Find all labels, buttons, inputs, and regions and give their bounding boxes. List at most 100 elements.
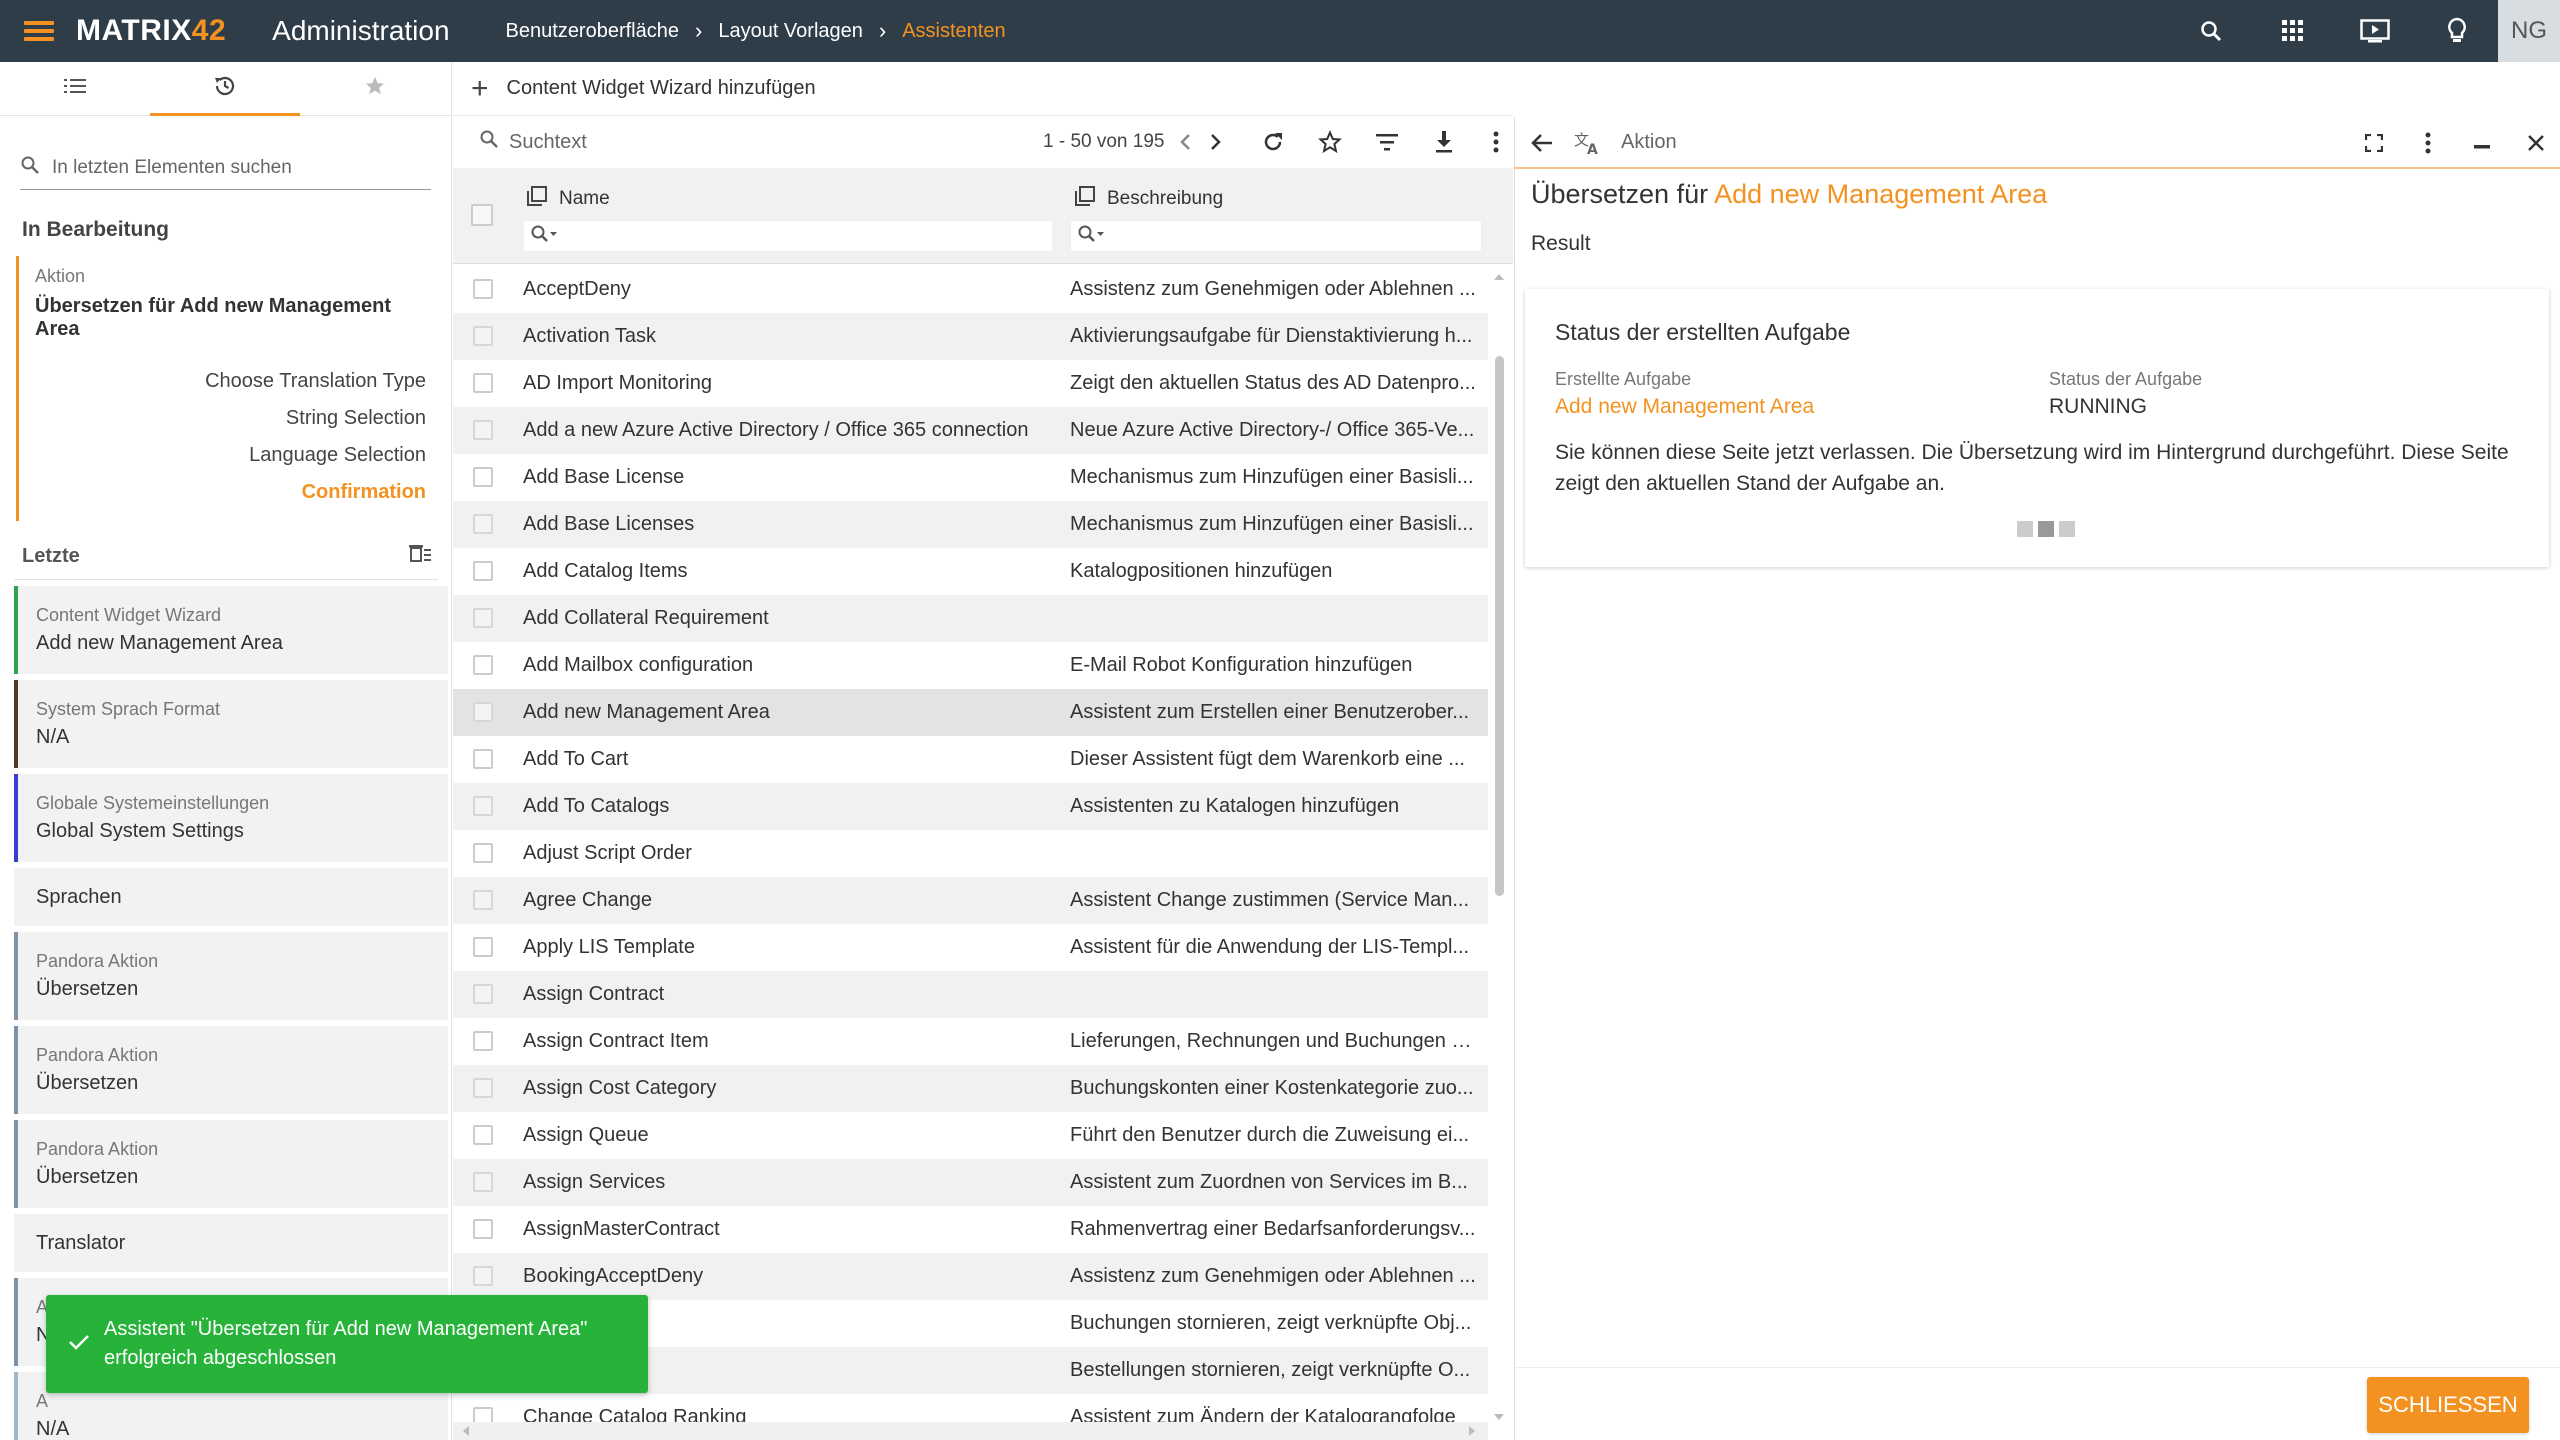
row-checkbox[interactable] [473, 655, 493, 675]
recent-search-input[interactable]: In letzten Elementen suchen [20, 146, 431, 190]
fullscreen-icon[interactable] [2351, 117, 2397, 169]
column-header-name[interactable]: Name [527, 186, 610, 212]
divider [14, 579, 438, 580]
column-header-description[interactable]: Beschreibung [1075, 186, 1223, 212]
editing-item[interactable]: Aktion Übersetzen für Add new Management… [16, 256, 436, 521]
table-row[interactable]: Add To Catalogs Assistenten zu Katalogen … [453, 783, 1488, 830]
tab-favorites[interactable] [300, 62, 450, 115]
breadcrumb-item-wizards[interactable]: Assistenten [902, 20, 1005, 43]
table-row[interactable]: Add To Cart Dieser Assistent fügt dem War… [453, 736, 1488, 783]
row-checkbox[interactable] [473, 749, 493, 769]
more-vertical-icon[interactable] [1476, 116, 1516, 168]
table-row[interactable]: Add a new Azure Active Directory / Offic… [453, 407, 1488, 454]
scrollbar-thumb[interactable] [1495, 356, 1504, 896]
step-confirmation[interactable]: Confirmation [35, 474, 426, 511]
table-row[interactable]: Assign Services Assistent zum Zuordnen vo… [453, 1159, 1488, 1206]
lightbulb-icon[interactable] [2416, 0, 2498, 62]
vertical-scrollbar[interactable] [1490, 268, 1508, 1428]
step-string-selection[interactable]: String Selection [35, 400, 426, 437]
step-language-selection[interactable]: Language Selection [35, 437, 426, 474]
download-icon[interactable] [1424, 116, 1464, 168]
column-name-label: Name [559, 188, 610, 209]
row-checkbox[interactable] [473, 843, 493, 863]
row-checkbox[interactable] [473, 1219, 493, 1239]
logo[interactable]: MATRIX42 [76, 14, 226, 48]
plus-icon[interactable]: + [471, 72, 489, 106]
row-checkbox[interactable] [473, 702, 493, 722]
recent-item[interactable]: Pandora Aktion Übersetzen [14, 1026, 448, 1114]
name-filter-input[interactable] [523, 220, 1053, 252]
refresh-icon[interactable] [1253, 116, 1293, 168]
row-checkbox[interactable] [473, 514, 493, 534]
select-all-checkbox[interactable] [471, 204, 493, 226]
table-row[interactable]: Add Mailbox configuration E-Mail Robot Ko… [453, 642, 1488, 689]
recent-item[interactable]: Pandora Aktion Übersetzen [14, 1120, 448, 1208]
table-row[interactable]: Assign Cost Category Buchungskonten einer… [453, 1065, 1488, 1112]
back-arrow-icon[interactable] [1519, 117, 1565, 169]
row-checkbox[interactable] [473, 1125, 493, 1145]
search-icon[interactable] [2170, 0, 2252, 62]
recent-item-title: Übersetzen [36, 978, 139, 1000]
table-row[interactable]: BookingAcceptDeny Assistenz zum Genehmige… [453, 1253, 1488, 1300]
table-row[interactable]: Add Base License Mechanismus zum Hinzufüg… [453, 454, 1488, 501]
tab-list[interactable] [0, 62, 150, 115]
grid-search-input[interactable]: Suchtext [509, 131, 587, 154]
table-row[interactable]: Assign Contract [453, 971, 1488, 1018]
row-checkbox[interactable] [473, 1078, 493, 1098]
row-checkbox[interactable] [473, 561, 493, 581]
star-outline-icon[interactable] [1310, 116, 1350, 168]
table-row[interactable]: AssignMasterContract Rahmenvertrag einer … [453, 1206, 1488, 1253]
table-row[interactable]: Add new Management Area Assistent zum Ers… [453, 689, 1488, 736]
breadcrumb-item-ui[interactable]: Benutzeroberfläche [506, 20, 679, 43]
row-checkbox[interactable] [473, 937, 493, 957]
screen-play-icon[interactable] [2334, 0, 2416, 62]
table-row[interactable]: Adjust Script Order [453, 830, 1488, 877]
recent-item[interactable]: Sprachen [14, 868, 448, 926]
table-row[interactable]: AD Import Monitoring Zeigt den aktuellen … [453, 360, 1488, 407]
apps-grid-icon[interactable] [2252, 0, 2334, 62]
add-content-widget-wizard-button[interactable]: Content Widget Wizard hinzufügen [507, 77, 816, 100]
row-checkbox[interactable] [473, 1266, 493, 1286]
table-row[interactable]: Activation Task Aktivierungsaufgabe für D… [453, 313, 1488, 360]
row-checkbox[interactable] [473, 373, 493, 393]
close-button[interactable]: SCHLIESSEN [2367, 1377, 2529, 1433]
row-checkbox[interactable] [473, 326, 493, 346]
success-toast[interactable]: Assistent "Übersetzen für Add new Manage… [46, 1295, 648, 1393]
table-row[interactable]: AcceptDeny Assistenz zum Genehmigen oder … [453, 266, 1488, 313]
step-choose-translation-type[interactable]: Choose Translation Type [35, 363, 426, 400]
row-checkbox[interactable] [473, 467, 493, 487]
table-row[interactable]: Add Collateral Requirement [453, 595, 1488, 642]
recent-item[interactable]: Pandora Aktion Übersetzen [14, 932, 448, 1020]
row-checkbox[interactable] [473, 796, 493, 816]
row-checkbox[interactable] [473, 890, 493, 910]
more-vertical-icon[interactable] [2405, 117, 2451, 169]
description-filter-input[interactable] [1070, 220, 1482, 252]
clear-list-icon[interactable] [408, 543, 432, 569]
recent-item[interactable]: Translator [14, 1214, 448, 1272]
recent-item[interactable]: Content Widget Wizard Add new Management … [14, 586, 448, 674]
row-checkbox[interactable] [473, 420, 493, 440]
chevron-right-icon[interactable] [1196, 116, 1236, 168]
table-row[interactable]: Assign Queue Führt den Benutzer durch die… [453, 1112, 1488, 1159]
table-row[interactable]: Assign Contract Item Lieferungen, Rechnun… [453, 1018, 1488, 1065]
breadcrumb-item-layouts[interactable]: Layout Vorlagen [718, 20, 863, 43]
created-task-link[interactable]: Add new Management Area [1555, 395, 1814, 419]
close-icon[interactable] [2513, 117, 2559, 169]
filter-icon[interactable] [1367, 116, 1407, 168]
table-row[interactable]: Apply LIS Template Assistent für die Anwe… [453, 924, 1488, 971]
row-checkbox[interactable] [473, 608, 493, 628]
table-row[interactable]: Agree Change Assistent Change zustimmen (… [453, 877, 1488, 924]
horizontal-scrollbar[interactable] [453, 1422, 1488, 1440]
recent-item[interactable]: System Sprach Format N/A [14, 680, 448, 768]
menu-icon[interactable] [24, 21, 54, 41]
table-row[interactable]: Add Base Licenses Mechanismus zum Hinzufü… [453, 501, 1488, 548]
avatar[interactable]: NG [2498, 0, 2560, 62]
recent-item[interactable]: Globale Systemeinstellungen Global System… [14, 774, 448, 862]
minimize-icon[interactable] [2459, 117, 2505, 169]
tab-history[interactable] [150, 62, 300, 116]
row-checkbox[interactable] [473, 1172, 493, 1192]
table-row[interactable]: Add Catalog Items Katalogpositionen hinzu… [453, 548, 1488, 595]
row-checkbox[interactable] [473, 279, 493, 299]
row-checkbox[interactable] [473, 1031, 493, 1051]
row-checkbox[interactable] [473, 984, 493, 1004]
